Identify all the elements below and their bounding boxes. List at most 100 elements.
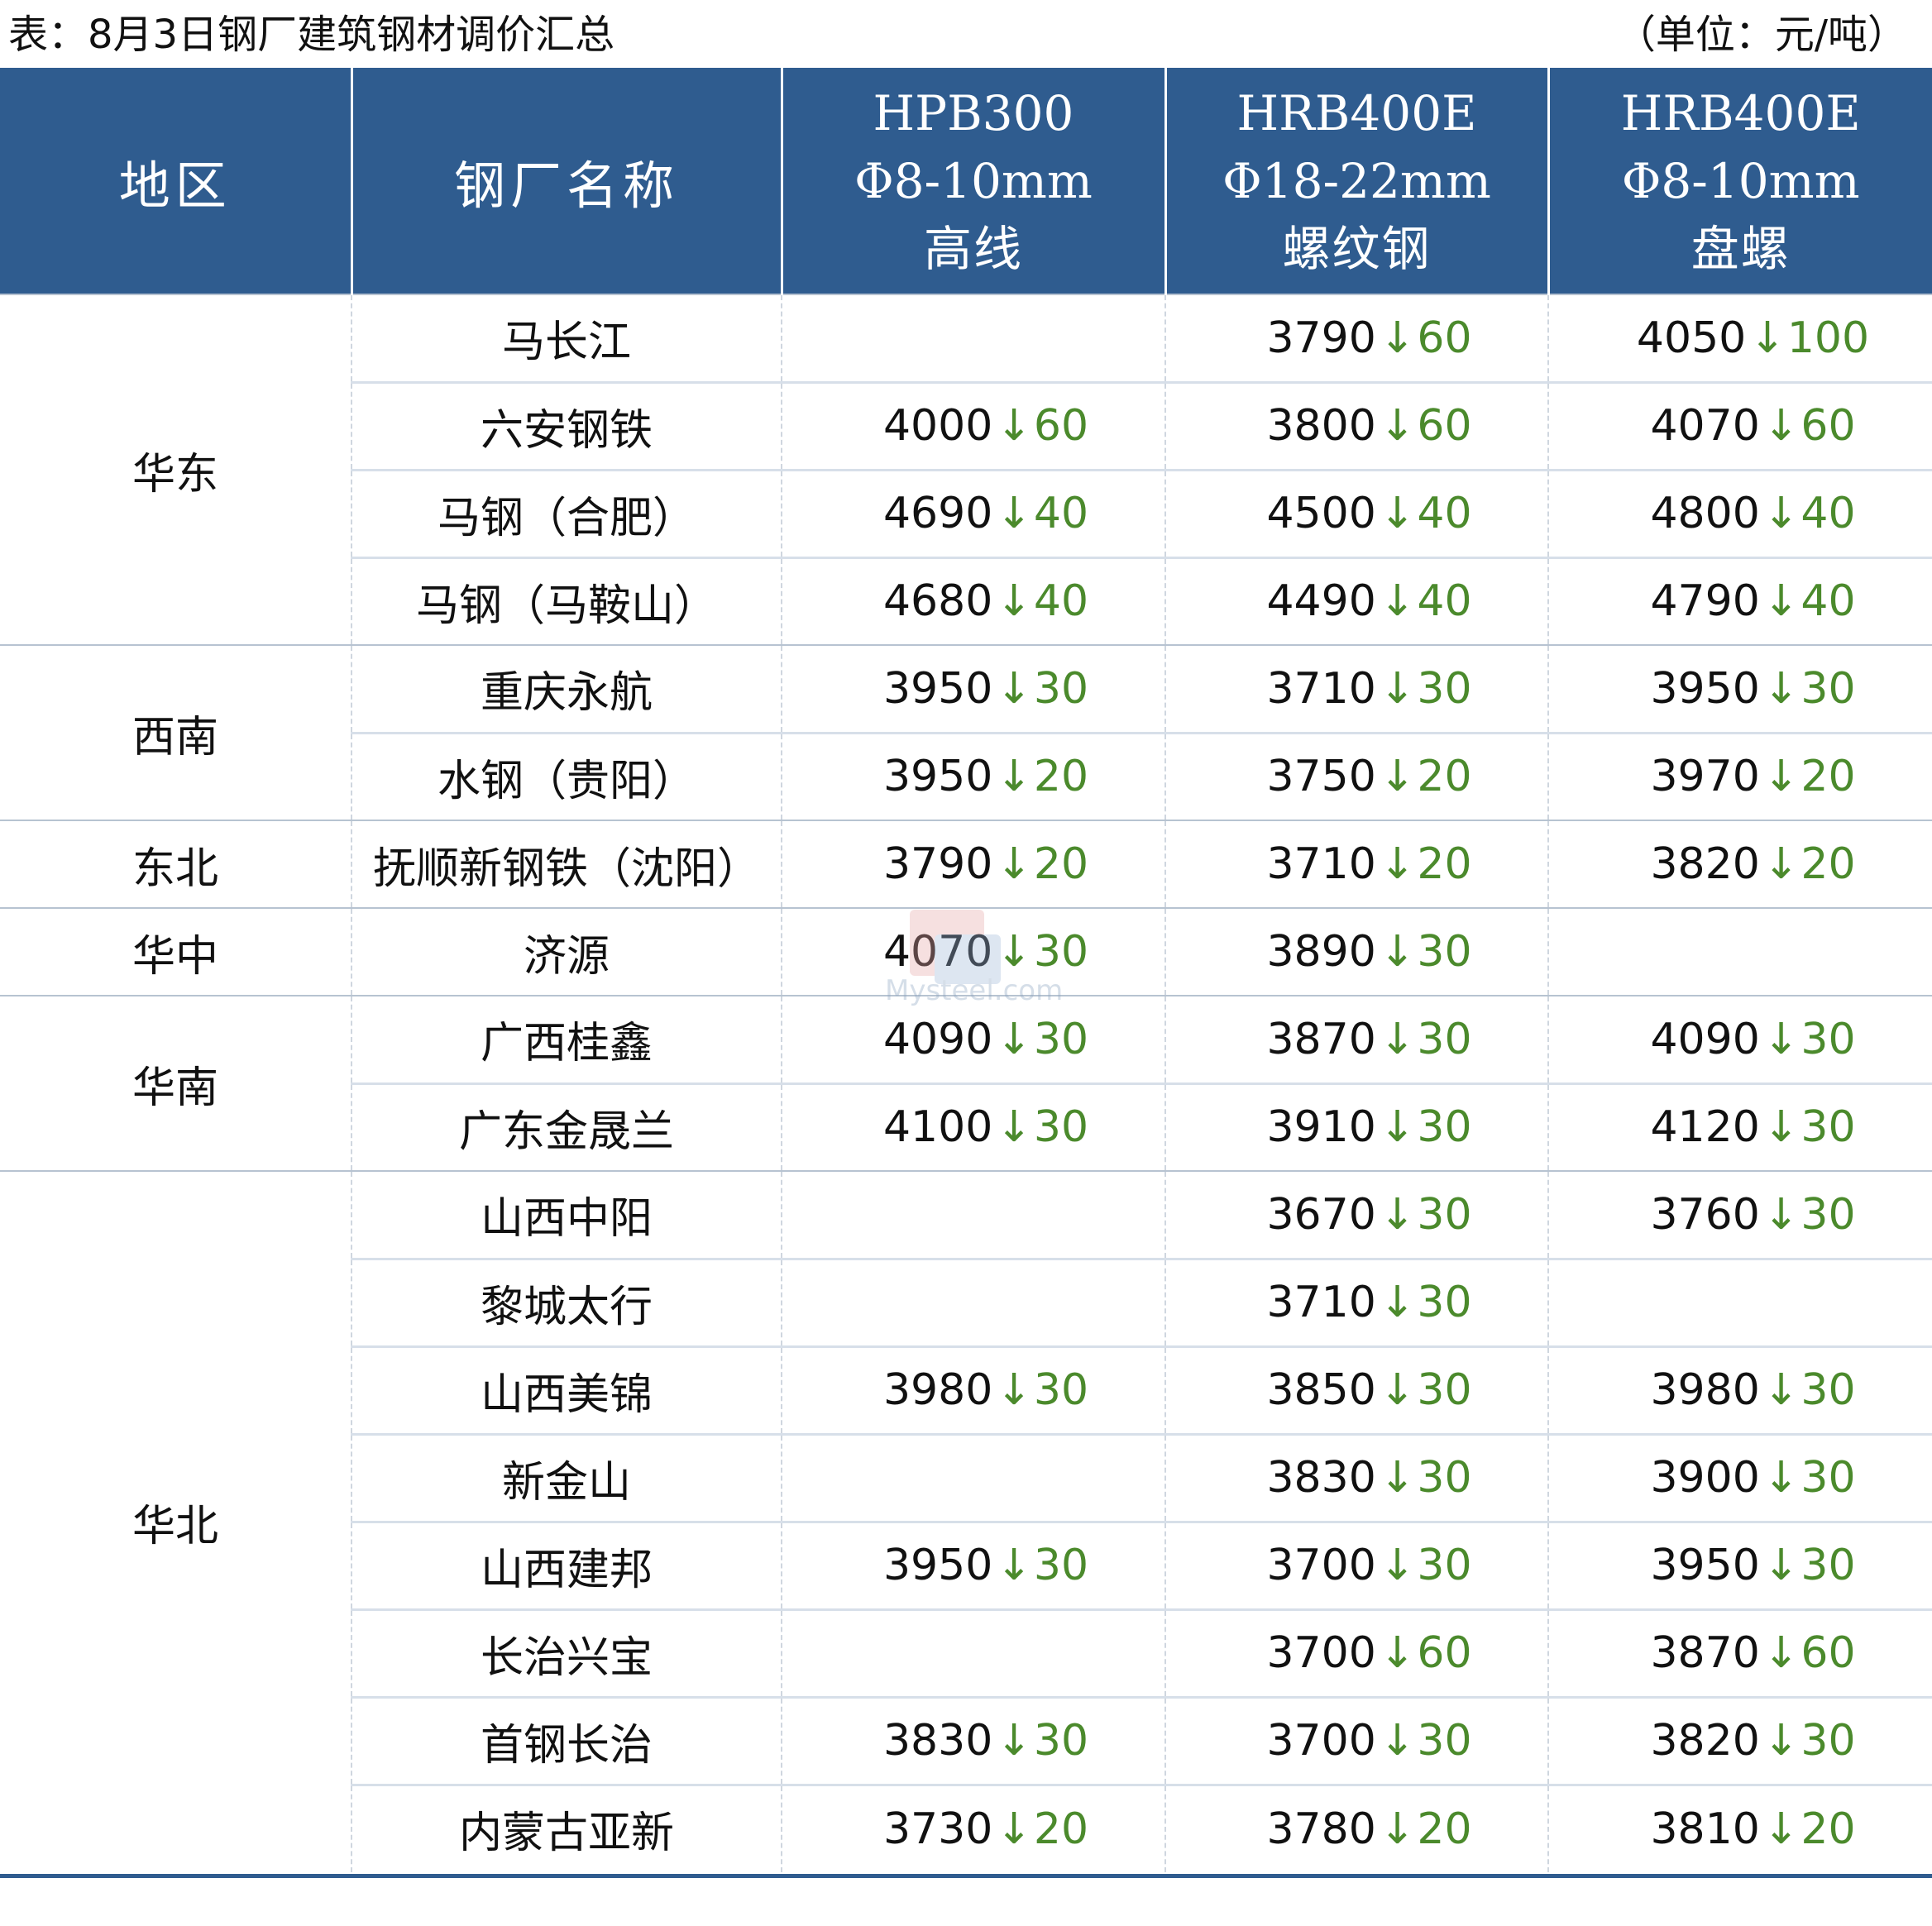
mill-name-cell: 首钢长治 [351, 1695, 782, 1785]
region-cell: 华南 [0, 995, 351, 1171]
price-cell-3: 4120↓30 [1547, 1082, 1932, 1171]
price-change: 30 [1033, 1014, 1089, 1064]
arrow-down-icon: ↓ [996, 839, 1032, 889]
price-value: 3700 [1266, 1541, 1376, 1590]
price-change: 20 [1033, 752, 1089, 802]
price-cell-3: 3900↓30 [1547, 1432, 1932, 1522]
price-cell-2: 3750↓20 [1164, 731, 1548, 820]
price-change: 60 [1417, 313, 1472, 363]
price-change-group: 3810↓20 [1625, 1804, 1855, 1854]
price-change-group: 4000↓60 [858, 401, 1088, 451]
price-value: 3870 [1266, 1014, 1376, 1064]
price-cell-1 [781, 1170, 1165, 1259]
arrow-down-icon: ↓ [996, 663, 1032, 714]
price-cell-2: 3710↓20 [1164, 820, 1548, 908]
price-change: 40 [1417, 489, 1472, 538]
price-change: 40 [1033, 489, 1089, 538]
arrow-down-icon: ↓ [1762, 1541, 1800, 1590]
price-change-group: 3970↓20 [1625, 752, 1855, 801]
price-cell-1 [781, 1608, 1165, 1697]
region-cell: 华北 [0, 1170, 351, 1872]
price-value: 3820 [1650, 1716, 1760, 1766]
price-cell-1: 3790↓20 [781, 820, 1165, 908]
mill-name-cell: 马钢（合肥） [351, 468, 782, 557]
price-cell-2: 4490↓40 [1164, 556, 1548, 645]
price-change: 30 [1800, 1014, 1856, 1064]
price-change-group: 3870↓30 [1241, 1015, 1471, 1064]
price-change: 40 [1033, 576, 1089, 627]
price-value: 4680 [882, 576, 993, 627]
arrow-down-icon: ↓ [996, 576, 1032, 627]
price-value: 3950 [1650, 663, 1760, 714]
price-value: 4490 [1266, 576, 1376, 627]
price-cell-2: 3790↓60 [1164, 294, 1548, 382]
header-rebar-size: Φ18-22mm [1222, 152, 1491, 209]
price-cell-1: 4680↓40 [781, 556, 1165, 645]
price-value: 3950 [882, 752, 993, 802]
price-cell-2: 3800↓60 [1164, 380, 1548, 470]
price-value: 3950 [882, 663, 993, 714]
arrow-down-icon: ↓ [1762, 1628, 1800, 1678]
price-cell-1: 3950↓30 [781, 1520, 1165, 1609]
price-change: 30 [1800, 1716, 1856, 1766]
price-value: 3750 [1266, 752, 1376, 802]
price-change: 20 [1417, 1804, 1472, 1854]
price-change: 20 [1033, 839, 1089, 889]
price-change-group: 3780↓20 [1241, 1804, 1471, 1854]
price-change-group: 3670↓30 [1241, 1190, 1471, 1240]
mill-name-cell: 黎城太行 [351, 1257, 782, 1346]
price-value: 4790 [1650, 576, 1760, 627]
price-cell-1: 3730↓20 [781, 1783, 1165, 1872]
price-change-group: 3820↓30 [1625, 1716, 1855, 1766]
mill-name-cell: 抚顺新钢铁（沈阳） [351, 820, 782, 908]
header-hpb300-type: 高线 [923, 220, 1023, 277]
price-value: 3810 [1650, 1804, 1760, 1854]
arrow-down-icon: ↓ [1379, 839, 1416, 889]
price-cell-3: 4790↓40 [1547, 556, 1932, 645]
price-change-group: 4100↓30 [858, 1102, 1088, 1152]
arrow-down-icon: ↓ [1762, 1804, 1800, 1854]
price-cell-1 [781, 294, 1165, 382]
price-cell-1: 3950↓20 [781, 731, 1165, 820]
price-value: 3710 [1266, 839, 1376, 889]
header-coil-type: 盘螺 [1690, 220, 1791, 277]
header-hrb400e-rebar: HRB400E Φ18-22mm 螺纹钢 [1164, 68, 1548, 294]
price-change-group: 4090↓30 [858, 1015, 1088, 1064]
price-change: 20 [1800, 752, 1856, 802]
price-change: 30 [1800, 1102, 1856, 1153]
arrow-down-icon: ↓ [1379, 752, 1416, 802]
price-cell-2: 3910↓30 [1164, 1082, 1548, 1171]
arrow-down-icon: ↓ [1379, 927, 1416, 977]
price-value: 4000 [882, 401, 993, 451]
arrow-down-icon: ↓ [1762, 1189, 1800, 1240]
price-value: 3790 [882, 839, 993, 889]
price-cell-3 [1547, 1257, 1932, 1346]
header-rebar-type: 螺纹钢 [1282, 220, 1432, 277]
price-change: 30 [1800, 1541, 1856, 1590]
price-change: 30 [1417, 1541, 1472, 1590]
price-cell-2: 3670↓30 [1164, 1170, 1548, 1259]
mill-name-cell: 水钢（贵阳） [351, 731, 782, 820]
price-value: 3870 [1650, 1628, 1760, 1678]
price-value: 3800 [1266, 401, 1376, 451]
price-change-group: 4680↓40 [858, 576, 1088, 626]
price-cell-3: 4800↓40 [1547, 468, 1932, 557]
price-change: 20 [1800, 1804, 1856, 1854]
mill-name-cell: 山西建邦 [351, 1520, 782, 1609]
price-change-group: 3950↓30 [1625, 1541, 1855, 1590]
arrow-down-icon: ↓ [1379, 1804, 1416, 1854]
price-change: 30 [1033, 1541, 1089, 1590]
header-hrb400e-coil: HRB400E Φ8-10mm 盘螺 [1547, 68, 1932, 294]
price-cell-2: 3700↓30 [1164, 1695, 1548, 1785]
arrow-down-icon: ↓ [1379, 576, 1416, 627]
price-change: 30 [1417, 1716, 1472, 1766]
price-change: 30 [1033, 1365, 1089, 1415]
price-value: 4100 [882, 1102, 993, 1153]
price-value: 4090 [1650, 1014, 1760, 1064]
price-value: 3710 [1266, 663, 1376, 714]
arrow-down-icon: ↓ [1379, 1278, 1416, 1327]
arrow-down-icon: ↓ [1379, 1716, 1416, 1766]
price-change-group: 3890↓30 [1241, 927, 1471, 977]
price-change: 30 [1417, 1189, 1472, 1240]
arrow-down-icon: ↓ [996, 1365, 1032, 1415]
